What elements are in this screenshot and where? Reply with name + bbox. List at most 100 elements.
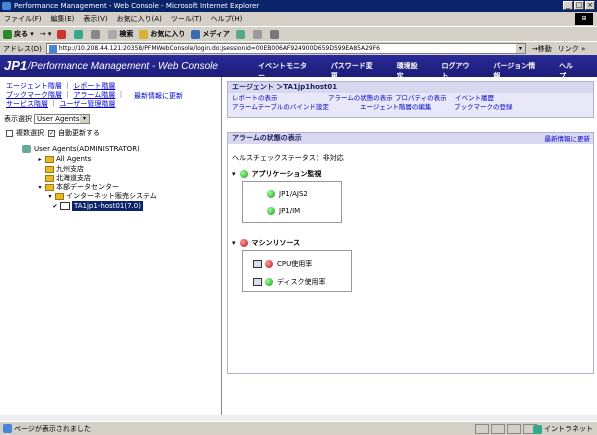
group-application-label: アプリケーション監視	[251, 170, 322, 178]
address-bar: アドレス(D) http://10.208.44.121:20358/PFMWe…	[0, 41, 597, 55]
multi-select-checkbox[interactable]	[6, 129, 13, 137]
menu-tools[interactable]: ツール(T)	[171, 14, 202, 24]
group-application[interactable]: ▾ アプリケーション監視	[232, 169, 321, 179]
monitor-icon	[253, 278, 262, 286]
status-green-icon	[265, 278, 273, 286]
search-button[interactable]: 検索	[108, 29, 133, 39]
app-items-box: JP1/AJS2 JP1/IM	[242, 181, 342, 223]
folder-icon	[45, 155, 54, 163]
back-button[interactable]: 戻る ▾	[3, 29, 34, 39]
tree-all-agents[interactable]: ▸ All Agents	[37, 155, 91, 163]
link-add-bookmark[interactable]: ブックマークの登録	[454, 103, 513, 112]
display-select[interactable]: User Agents ▾	[34, 114, 90, 124]
menu-help[interactable]: ヘルプ(H)	[211, 14, 243, 24]
status-bar: ページが表示されました イントラネット	[0, 421, 597, 435]
chevron-down-icon[interactable]: ▾	[80, 115, 89, 123]
app-item-ajs2[interactable]: JP1/AJS2	[267, 190, 308, 198]
minimize-button[interactable]: _	[563, 1, 573, 10]
go-button[interactable]: →移動	[532, 44, 552, 54]
link-agent-hierarchy[interactable]: エージェント階層	[6, 82, 62, 90]
menu-view[interactable]: 表示(V)	[83, 14, 107, 24]
checkbox-row: 複数選択 ✓ 自動更新する	[6, 128, 100, 138]
status-text: ページが表示されました	[14, 424, 91, 433]
page-done-icon	[3, 424, 12, 433]
auto-refresh-label: 自動更新する	[58, 129, 100, 137]
status-red-icon	[265, 260, 273, 268]
link-bookmark-hierarchy[interactable]: ブックマーク階層	[6, 91, 62, 99]
maximize-button[interactable]: □	[574, 1, 584, 10]
address-input[interactable]: http://10.208.44.121:20358/PFMWebConsole…	[45, 43, 526, 54]
alarm-panel-title-text: アラームの状態の表示	[232, 134, 302, 142]
hierarchy-links: エージェント階層 ｜ レポート階層 ブックマーク階層 ｜ アラーム階層 ｜ サー…	[6, 82, 125, 108]
forward-button[interactable]: → ▾	[40, 30, 52, 38]
home-button[interactable]	[91, 29, 102, 39]
print-icon	[269, 29, 279, 39]
links-button[interactable]: リンク »	[558, 44, 586, 54]
machine-items-box: CPU使用率 ディスク使用率	[242, 250, 352, 292]
multi-select-label: 複数選択	[16, 129, 44, 137]
history-icon	[235, 29, 245, 39]
link-alarm-status[interactable]: アラームの状態の表示	[328, 94, 395, 103]
link-service-hierarchy[interactable]: サービス階層	[6, 100, 48, 108]
app-item-label: JP1/IM	[279, 207, 301, 215]
auto-refresh-checkbox[interactable]: ✓	[48, 129, 55, 137]
expand-icon[interactable]: ▸	[37, 156, 43, 163]
link-user-hierarchy[interactable]: ユーザー管理階層	[59, 100, 115, 108]
link-edit-agent-hierarchy[interactable]: エージェント階層の編集	[360, 103, 454, 112]
close-button[interactable]: ×	[585, 1, 595, 10]
status-green-icon	[267, 190, 275, 198]
address-url: http://10.208.44.121:20358/PFMWebConsole…	[58, 45, 380, 52]
menu-edit[interactable]: 編集(E)	[51, 14, 75, 24]
menu-file[interactable]: ファイル(F)	[4, 14, 42, 24]
collapse-icon[interactable]: ▾	[37, 184, 43, 191]
print-button[interactable]	[269, 29, 281, 39]
status-segments	[475, 424, 537, 434]
machine-item-cpu[interactable]: CPU使用率	[253, 259, 312, 269]
panel-refresh-link[interactable]: 最新情報に更新	[545, 134, 591, 145]
folder-icon	[55, 192, 64, 200]
refresh-icon	[74, 29, 84, 39]
menu-favorites[interactable]: お気に入り(A)	[117, 14, 162, 24]
media-button[interactable]: メディア	[191, 29, 230, 39]
window-titlebar: Performance Management - Web Console - M…	[0, 0, 597, 12]
folder-icon	[45, 183, 54, 191]
collapse-icon[interactable]: ▾	[47, 193, 53, 200]
machine-item-disk[interactable]: ディスク使用率	[253, 277, 326, 287]
display-select-value: User Agents	[37, 115, 80, 123]
star-icon	[139, 29, 149, 39]
health-check-status: ヘルスチェックステータス：非対応	[232, 154, 344, 162]
jp1-logo: JP1	[4, 58, 28, 73]
link-show-report[interactable]: レポートの表示	[232, 94, 328, 103]
app-title: /Performance Management - Web Console	[28, 61, 218, 72]
collapse-icon[interactable]: ▾	[232, 239, 236, 247]
link-event-history[interactable]: イベント履歴	[455, 94, 494, 103]
link-properties[interactable]: プロパティの表示	[395, 94, 455, 103]
right-pane: エージェント ＞TA1jp1host01 レポートの表示 アラームの状態の表示 プロ…	[223, 77, 597, 415]
tree-internet[interactable]: ▾ インターネット販売システム	[47, 191, 156, 201]
collapse-icon[interactable]: ▾	[232, 170, 236, 178]
status-green-icon	[267, 207, 275, 215]
group-machine[interactable]: ▾ マシンリソース	[232, 238, 300, 248]
mail-button[interactable]	[252, 29, 264, 39]
tree-host[interactable]: ✔ TA1jp1-host01(7.0)	[52, 201, 143, 211]
status-red-icon	[239, 239, 248, 247]
link-alarm-hierarchy[interactable]: アラーム階層	[73, 91, 115, 99]
address-dropdown-icon[interactable]: ▾	[515, 44, 525, 53]
left-pane: エージェント階層 ｜ レポート階層 ブックマーク階層 ｜ アラーム階層 ｜ サー…	[0, 77, 222, 415]
history-button[interactable]	[235, 29, 247, 39]
app-item-im[interactable]: JP1/IM	[267, 207, 300, 215]
app-header: JP1 /Performance Management - Web Consol…	[0, 55, 597, 80]
link-alarm-bind[interactable]: アラームテーブルのバインド設定	[232, 103, 360, 112]
favorites-button[interactable]: お気に入り	[139, 29, 185, 39]
alarm-panel-title: アラームの状態の表示 最新情報に更新	[228, 133, 593, 144]
app-item-label: JP1/AJS2	[279, 190, 308, 198]
link-report-hierarchy[interactable]: レポート階層	[73, 82, 115, 90]
refresh-button[interactable]	[74, 29, 85, 39]
stop-button[interactable]	[57, 29, 68, 39]
stop-icon	[57, 29, 67, 39]
left-refresh-link[interactable]: 最新情報に更新	[134, 91, 183, 101]
tree-root[interactable]: User Agents(ADMINISTRATOR)	[22, 145, 140, 153]
folder-icon	[45, 165, 54, 173]
agent-header-title: エージェント ＞TA1jp1host01	[228, 82, 593, 93]
agent-header-box: エージェント ＞TA1jp1host01 レポートの表示 アラームの状態の表示 プロ…	[227, 81, 594, 118]
